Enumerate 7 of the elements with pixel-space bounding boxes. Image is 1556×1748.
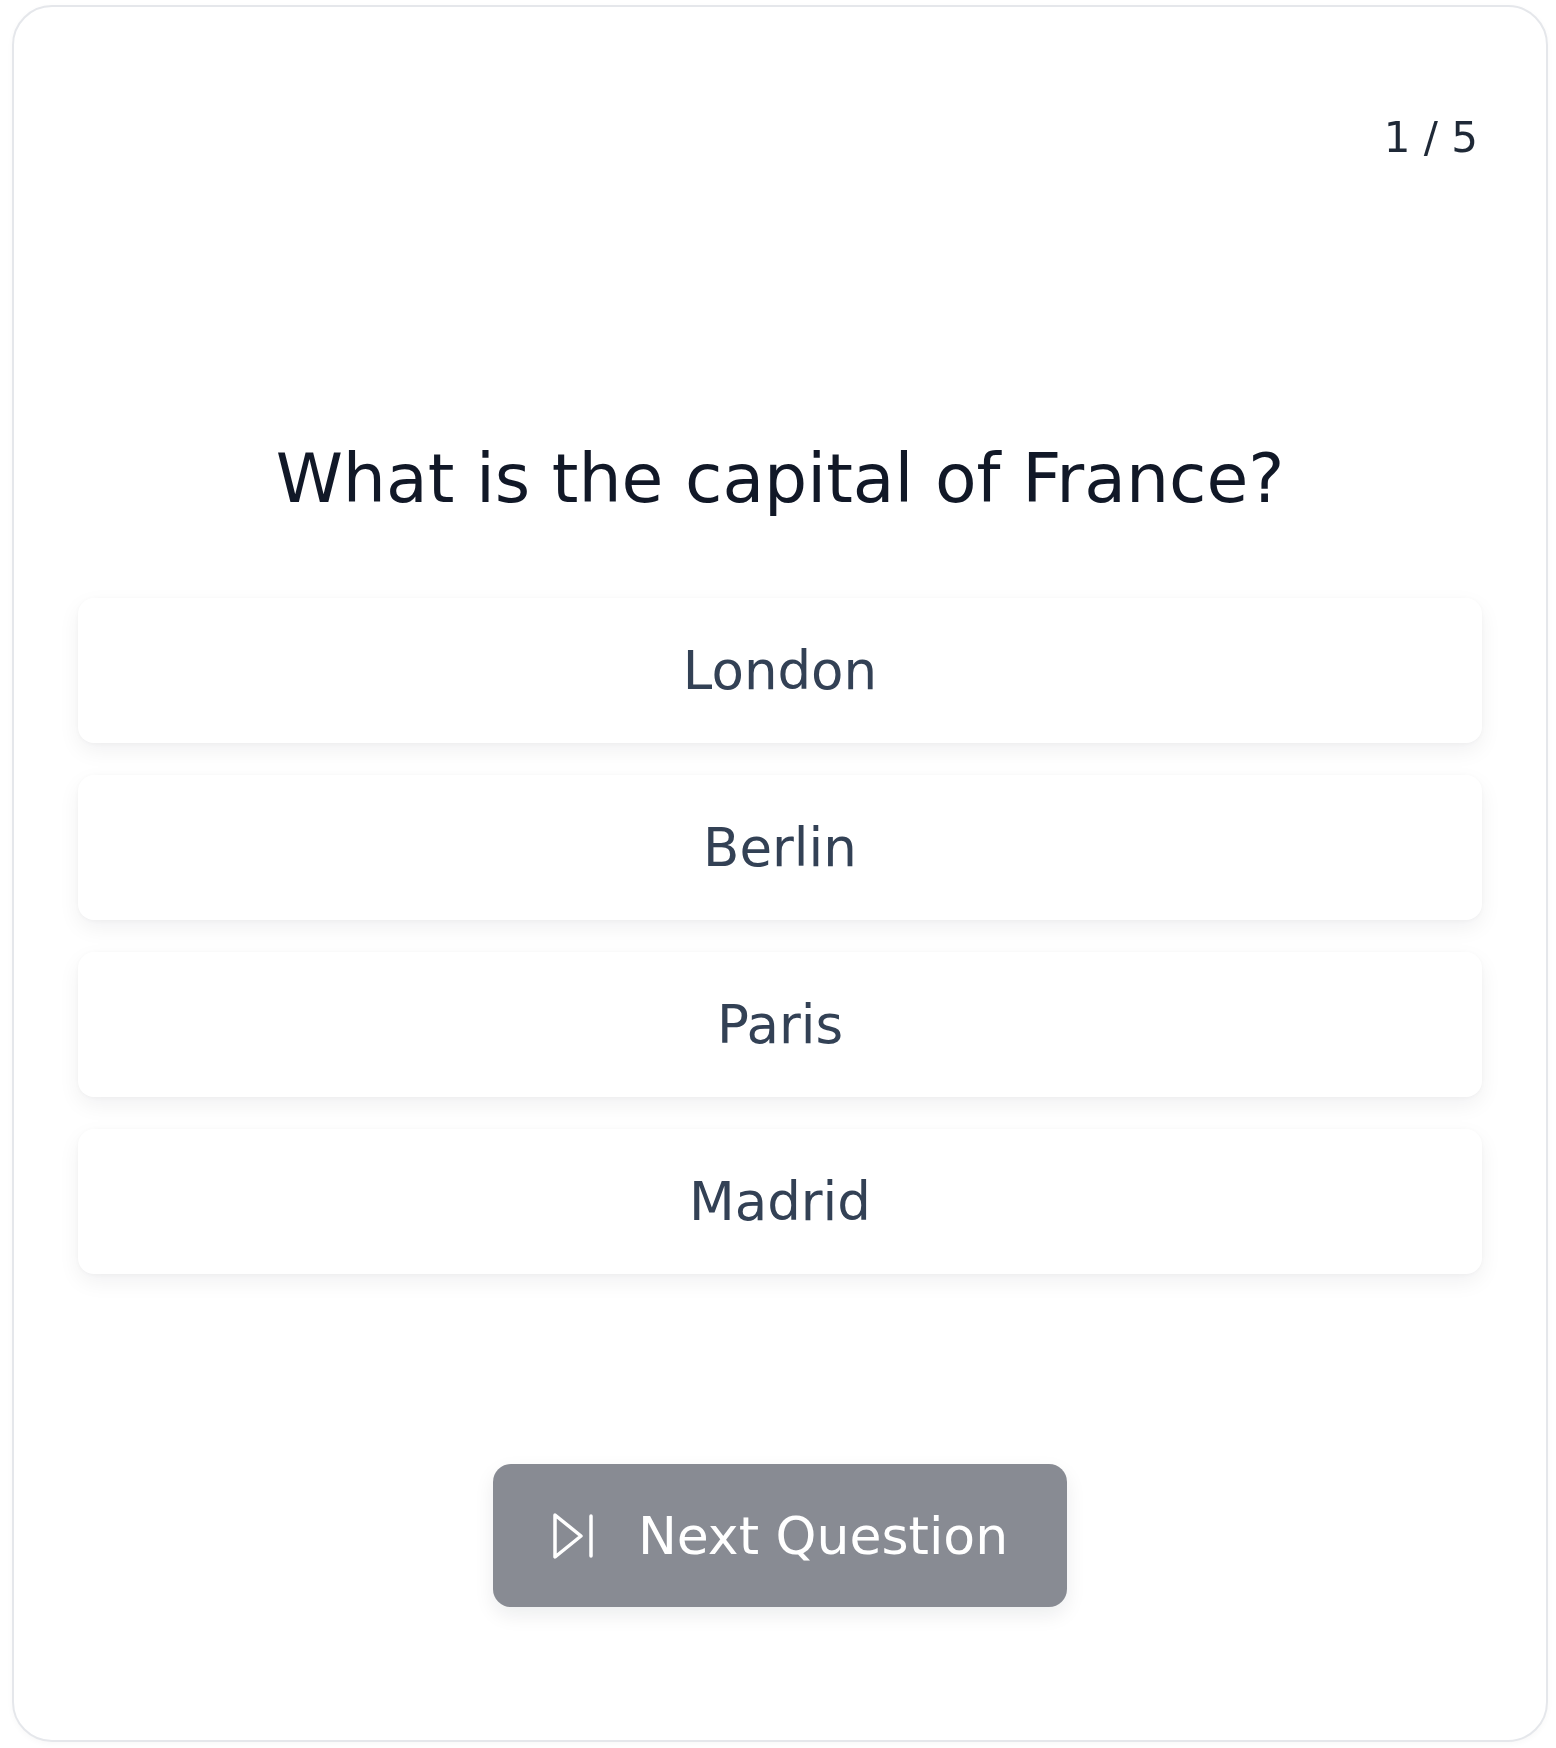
answer-option[interactable]: Berlin (78, 775, 1482, 920)
skip-forward-icon (551, 1511, 594, 1560)
question-text: What is the capital of France? (274, 438, 1286, 520)
question-counter: 1 / 5 (1383, 116, 1478, 159)
answer-option[interactable]: Paris (78, 952, 1482, 1097)
answer-option[interactable]: London (78, 598, 1482, 743)
answer-option[interactable]: Madrid (78, 1129, 1482, 1274)
